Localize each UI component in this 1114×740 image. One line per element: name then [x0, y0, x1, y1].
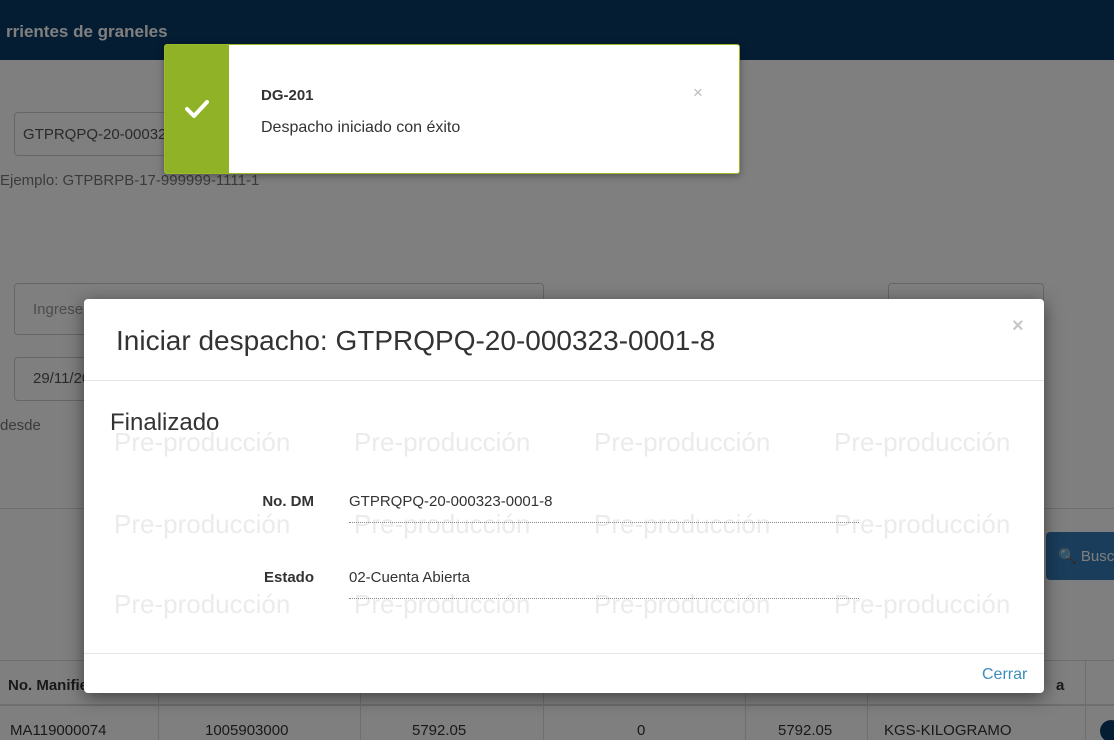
- watermark-text: Pre-producción: [834, 509, 1011, 539]
- check-icon: [185, 100, 209, 118]
- watermark-text: Pre-producción: [114, 509, 291, 539]
- close-icon[interactable]: ×: [1012, 315, 1024, 338]
- watermark-text: Pre-producción: [114, 589, 291, 619]
- toast-title: DG-201: [261, 87, 314, 104]
- success-toast: DG-201 Despacho iniciado con éxito ×: [164, 44, 740, 174]
- close-icon[interactable]: ×: [693, 83, 703, 103]
- cerrar-button[interactable]: Cerrar: [982, 666, 1027, 684]
- watermark-text: Pre-producción: [834, 427, 1011, 457]
- modal-footer: Cerrar: [84, 653, 1044, 693]
- watermark-text: Pre-producción: [594, 427, 771, 457]
- field-value-dm: GTPRQPQ-20-000323-0001-8: [349, 493, 859, 523]
- watermark-text: Pre-producción: [834, 589, 1011, 619]
- section-title: Finalizado: [110, 409, 220, 436]
- toast-icon-panel: [165, 45, 229, 173]
- field-value-estado: 02-Cuenta Abierta: [349, 569, 859, 599]
- field-label-dm: No. DM: [262, 493, 314, 510]
- field-label-estado: Estado: [263, 569, 314, 586]
- toast-message: Despacho iniciado con éxito: [261, 119, 461, 136]
- start-dispatch-modal: Iniciar despacho: GTPRQPQ-20-000323-0001…: [84, 299, 1044, 693]
- modal-header: Iniciar despacho: GTPRQPQ-20-000323-0001…: [84, 299, 1044, 381]
- watermark-text: Pre-producción: [354, 427, 531, 457]
- modal-title: Iniciar despacho: GTPRQPQ-20-000323-0001…: [116, 325, 716, 356]
